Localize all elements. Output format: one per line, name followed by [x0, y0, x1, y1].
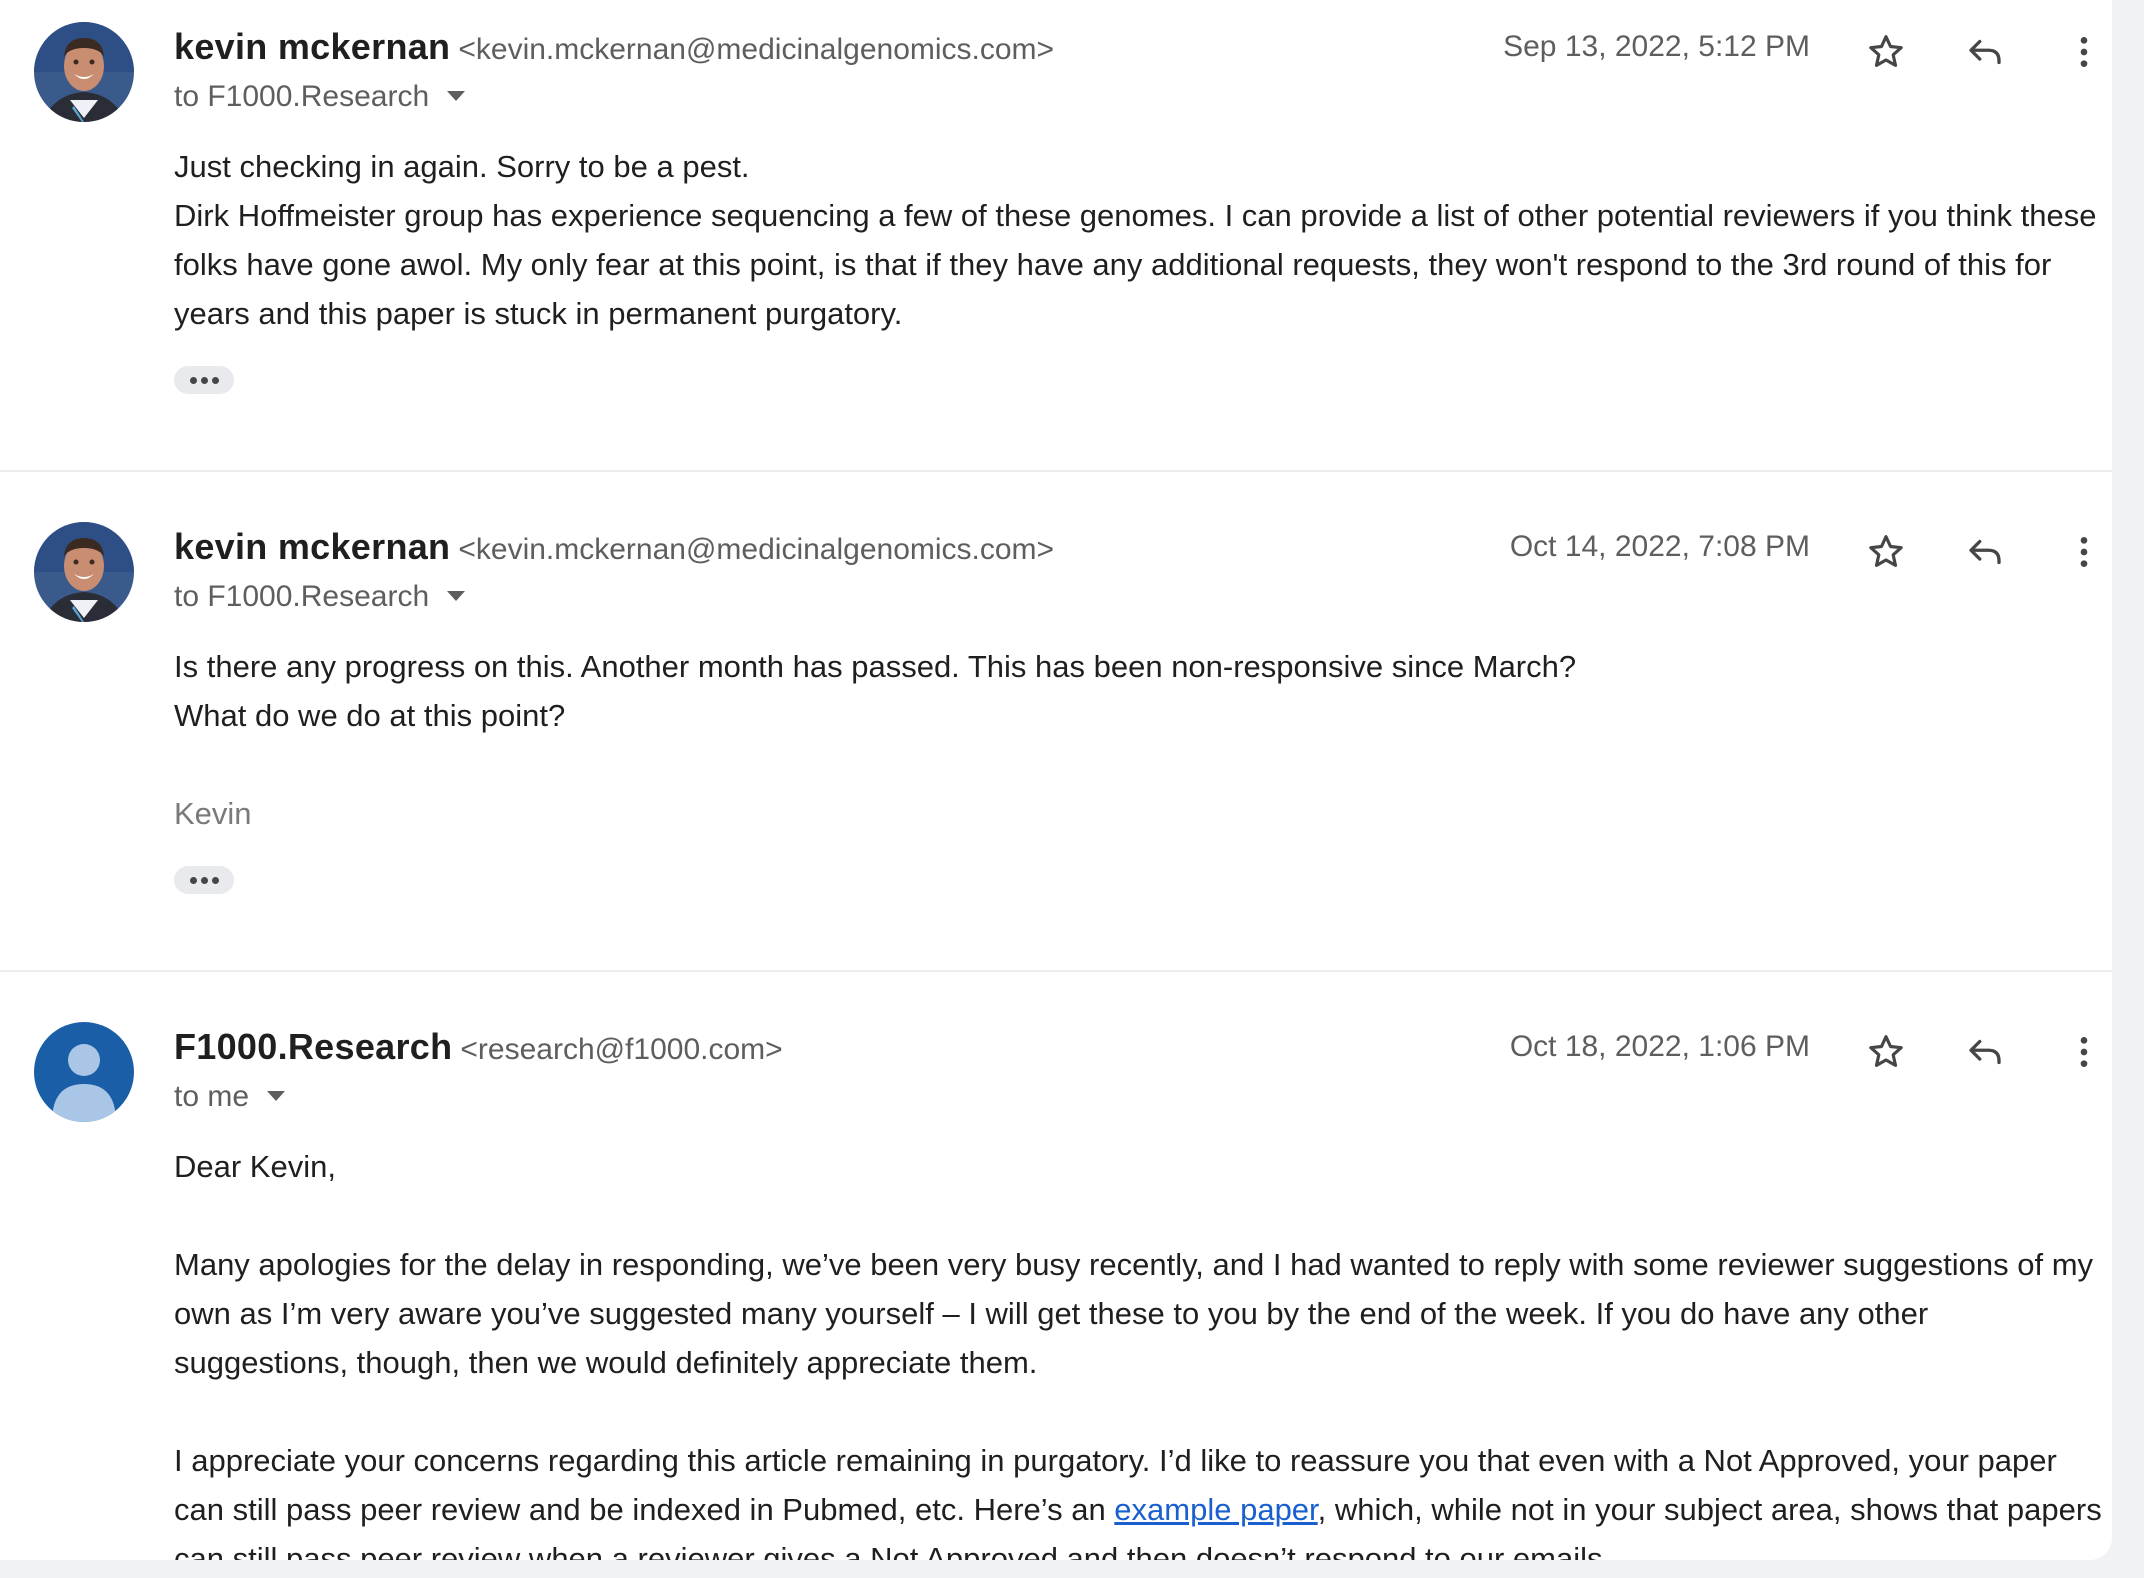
email-thread: kevin mckernan <kevin.mckernan@medicinalg… [0, 0, 2112, 1560]
message-divider [0, 470, 2112, 472]
reply-button[interactable] [1955, 22, 2015, 82]
recipient-label: to F1000.Research [174, 80, 430, 113]
body-paragraph: Many apologies for the delay in respondi… [174, 1247, 2094, 1380]
more-options-button[interactable] [2054, 1022, 2112, 1082]
recipient-details-toggle[interactable]: to me [174, 1080, 286, 1114]
sender-email: <kevin.mckernan@medicinalgenomics.com> [458, 533, 1055, 566]
sender-email: <kevin.mckernan@medicinalgenomics.com> [458, 33, 1055, 66]
sender-name[interactable]: kevin mckernan [174, 26, 450, 67]
star-outline-icon [1869, 35, 1903, 67]
body-paragraph: Just checking in again. Sorry to be a pe… [174, 149, 750, 184]
email-message: F1000.Research <research@f1000.com> to me… [0, 1000, 2112, 1560]
star-button[interactable] [1856, 1022, 1916, 1082]
more-options-button[interactable] [2054, 22, 2112, 82]
reply-arrow-icon [1969, 1039, 2001, 1065]
sender-name[interactable]: kevin mckernan [174, 526, 450, 567]
greeting: Dear Kevin, [174, 1149, 336, 1184]
message-date: Sep 13, 2022, 5:12 PM [1503, 30, 1810, 63]
message-date: Oct 18, 2022, 1:06 PM [1509, 1030, 1810, 1063]
more-vertical-icon [2080, 537, 2088, 567]
more-vertical-icon [2080, 1037, 2088, 1067]
recipient-label: to F1000.Research [174, 580, 430, 613]
message-date: Oct 14, 2022, 7:08 PM [1509, 530, 1810, 563]
star-button[interactable] [1856, 522, 1916, 582]
more-vertical-icon [2080, 37, 2088, 67]
sender-line: F1000.Research <research@f1000.com> [174, 1026, 783, 1068]
reply-button[interactable] [1955, 522, 2015, 582]
email-message: kevin mckernan <kevin.mckernan@medicinalg… [0, 500, 2112, 970]
sender-email: <research@f1000.com> [460, 1033, 783, 1066]
reply-arrow-icon [1969, 539, 2001, 565]
example-paper-link[interactable]: example paper [1114, 1492, 1317, 1527]
recipient-label: to me [174, 1080, 250, 1113]
caret-down-icon[interactable] [447, 591, 466, 602]
ellipsis-icon [189, 876, 197, 884]
recipient-details-toggle[interactable]: to F1000.Research [174, 80, 466, 114]
caret-down-icon[interactable] [447, 91, 466, 102]
show-trimmed-content-button[interactable] [174, 866, 234, 894]
message-divider [0, 970, 2112, 972]
sender-name[interactable]: F1000.Research [174, 1026, 452, 1067]
sender-avatar[interactable] [34, 22, 134, 122]
ellipsis-icon [189, 376, 197, 384]
star-outline-icon [1869, 535, 1903, 567]
body-paragraph: What do we do at this point? [174, 698, 566, 733]
body-paragraph: Is there any progress on this. Another m… [174, 649, 1577, 684]
caret-down-icon[interactable] [267, 1091, 286, 1102]
default-person-avatar[interactable] [34, 1022, 134, 1122]
signature: Kevin [174, 796, 252, 831]
show-trimmed-content-button[interactable] [174, 366, 234, 394]
email-message: kevin mckernan <kevin.mckernan@medicinalg… [0, 0, 2112, 470]
reply-arrow-icon [1969, 39, 2001, 65]
star-button[interactable] [1856, 22, 1916, 82]
sender-line: kevin mckernan <kevin.mckernan@medicinalg… [174, 26, 1054, 68]
star-outline-icon [1869, 1035, 1903, 1067]
recipient-details-toggle[interactable]: to F1000.Research [174, 580, 466, 614]
message-body: Dear Kevin, Many apologies for the delay… [174, 1142, 2109, 1560]
reply-button[interactable] [1955, 1022, 2015, 1082]
body-paragraph: I appreciate your concerns regarding thi… [174, 1436, 2109, 1560]
sender-avatar[interactable] [34, 522, 134, 622]
body-paragraph: Dirk Hoffmeister group has experience se… [174, 198, 2097, 331]
message-body: Is there any progress on this. Another m… [174, 642, 2109, 838]
sender-line: kevin mckernan <kevin.mckernan@medicinalg… [174, 526, 1054, 568]
more-options-button[interactable] [2054, 522, 2112, 582]
message-body: Just checking in again. Sorry to be a pe… [174, 142, 2109, 338]
